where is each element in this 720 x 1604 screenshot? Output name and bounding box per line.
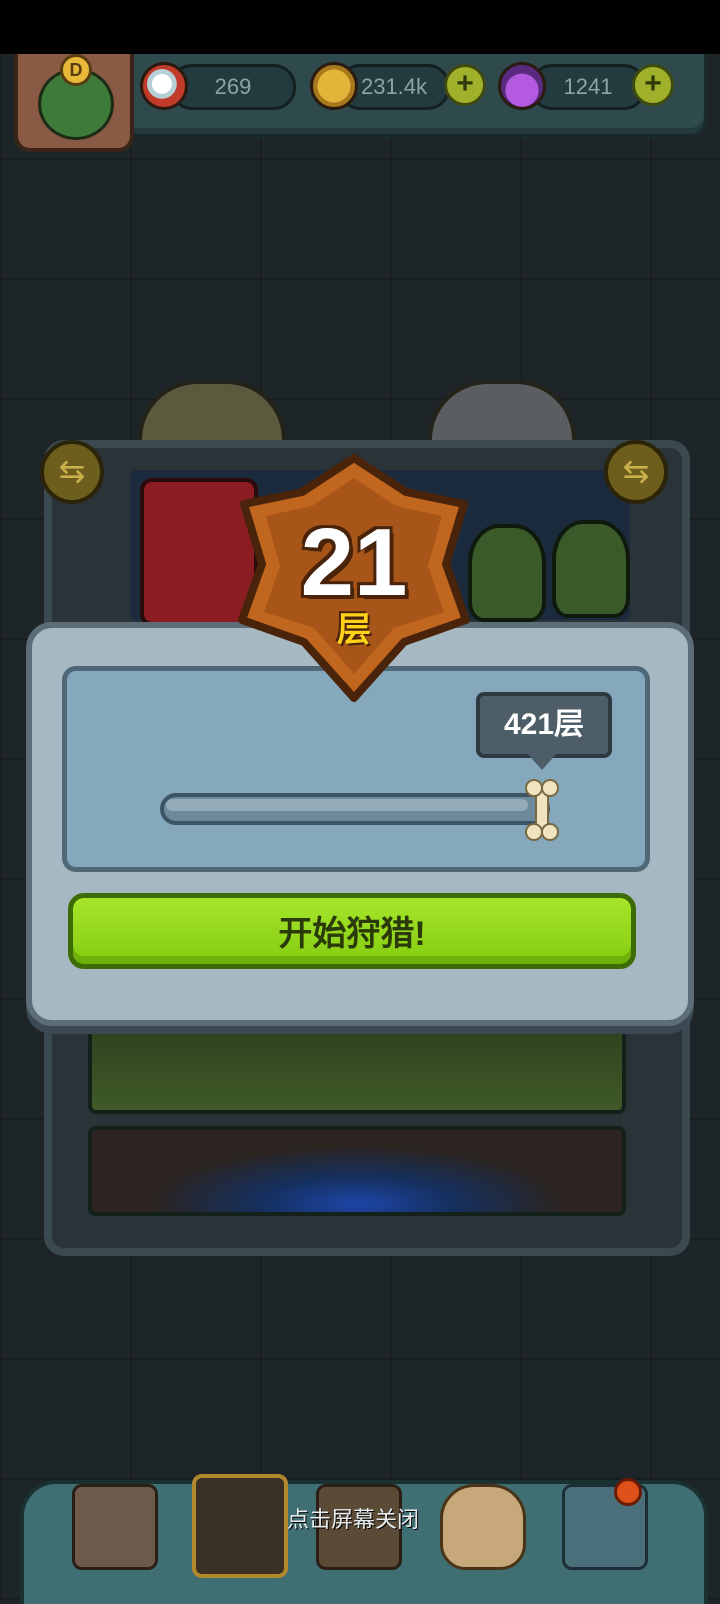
- cave-floor: [88, 1126, 626, 1216]
- coin-icon: [310, 62, 358, 110]
- eyeball-count: 269: [170, 64, 296, 110]
- start-hunt-button[interactable]: 开始狩猎!: [68, 893, 636, 969]
- swap-right-icon[interactable]: ⇆: [604, 440, 668, 504]
- monster-right: [552, 520, 630, 618]
- floor-number: 21: [300, 509, 408, 616]
- tooltip-arrow: [526, 752, 558, 770]
- notification-dot: [614, 1478, 642, 1506]
- swap-left-icon[interactable]: ⇆: [40, 440, 104, 504]
- bone-slider-handle-icon[interactable]: [522, 778, 562, 842]
- shop-building-icon[interactable]: [72, 1484, 158, 1570]
- floor-unit: 层: [337, 611, 371, 649]
- eyeball-icon: [140, 62, 188, 110]
- potion-count: 1241: [530, 64, 646, 110]
- potion-icon: [498, 62, 546, 110]
- grass-floor: [88, 1012, 626, 1114]
- status-bar: [0, 0, 720, 54]
- add-potions-button[interactable]: +: [632, 64, 674, 106]
- floor-slider-fill: [166, 799, 528, 811]
- avatar-rank-badge: D: [60, 54, 92, 86]
- avatar[interactable]: D: [14, 54, 134, 152]
- add-coins-button[interactable]: +: [444, 64, 486, 106]
- max-floor-tooltip: 421层: [476, 692, 612, 758]
- tap-to-close-hint: 点击屏幕关闭: [286, 1507, 419, 1532]
- monster-left: [468, 524, 546, 622]
